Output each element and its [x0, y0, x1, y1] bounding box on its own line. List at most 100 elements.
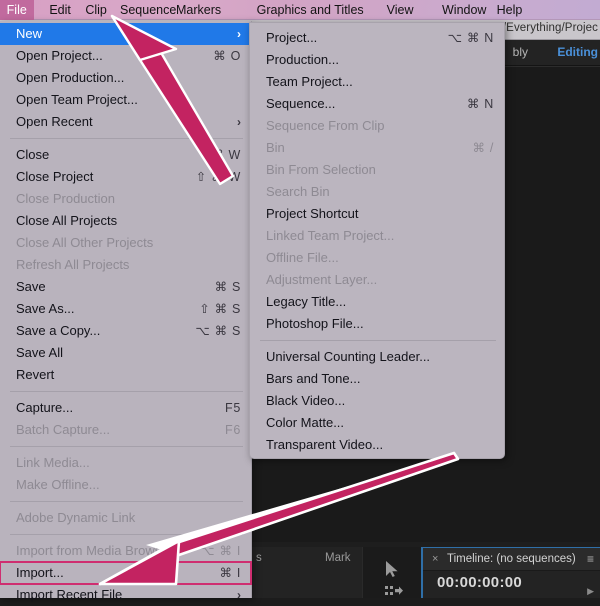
file-menu-item-batch-capture-shortcut: F6	[225, 423, 241, 437]
file-menu-item-open-project[interactable]: Open Project... ⌘ O	[0, 45, 251, 67]
new-submenu-item-universal-counting-leader-label: Universal Counting Leader...	[266, 349, 431, 364]
menubar-item-graphics-and-titles[interactable]: Graphics and Titles	[250, 0, 371, 20]
new-submenu-item-linked-team-project: Linked Team Project...	[250, 225, 504, 247]
new-submenu-item-transparent-video-label: Transparent Video...	[266, 437, 384, 452]
chevron-right-icon: ›	[237, 588, 241, 602]
hamburger-menu-icon[interactable]: ≡	[587, 552, 594, 566]
workspace-tab-editing[interactable]: Editing	[557, 45, 598, 59]
close-icon[interactable]: ×	[432, 552, 438, 566]
new-submenu-item-search-bin-label: Search Bin	[266, 184, 330, 199]
file-menu-item-close-project-label: Close Project	[16, 169, 94, 184]
file-menu-item-save[interactable]: Save ⌘ S	[0, 276, 251, 298]
file-menu-item-save-label: Save	[16, 279, 46, 294]
menu-separator	[10, 138, 243, 139]
file-menu-item-save-as-label: Save As...	[16, 301, 75, 316]
new-submenu-item-sequence[interactable]: Sequence... ⌘ N	[250, 93, 504, 115]
new-submenu-item-color-matte[interactable]: Color Matte...	[250, 412, 504, 434]
file-menu-item-open-recent[interactable]: Open Recent ›	[0, 111, 251, 133]
new-submenu-item-bin-label: Bin	[266, 140, 285, 155]
file-menu-item-capture-shortcut: F5	[225, 401, 241, 415]
file-menu-item-import-from-media-browser-shortcut: ⌥ ⌘ I	[200, 544, 241, 558]
new-submenu-item-sequence-from-clip: Sequence From Clip	[250, 115, 504, 137]
source-panel-partial-label: s	[256, 552, 262, 564]
file-menu-item-close-label: Close	[16, 147, 50, 162]
file-menu-item-save-all-label: Save All	[16, 345, 63, 360]
file-menu-item-import-from-media-browser: Import from Media Browser ⌥ ⌘ I	[0, 540, 251, 562]
menu-separator	[10, 446, 243, 447]
file-menu-item-open-team-project[interactable]: Open Team Project...	[0, 89, 251, 111]
timeline-tab-label[interactable]: Timeline: (no sequences)	[447, 552, 576, 566]
new-submenu-item-color-matte-label: Color Matte...	[266, 415, 345, 430]
new-submenu-item-bin-shortcut: ⌘ /	[472, 141, 494, 155]
file-menu-item-close-production: Close Production	[0, 188, 251, 210]
new-submenu-item-project-shortcut: ⌥ ⌘ N	[447, 31, 494, 45]
file-menu-item-revert[interactable]: Revert	[0, 364, 251, 386]
new-submenu-item-bin-from-selection-label: Bin From Selection	[266, 162, 376, 177]
file-menu-item-close-all-other-projects: Close All Other Projects	[0, 232, 251, 254]
new-submenu-item-offline-file: Offline File...	[250, 247, 504, 269]
menubar-item-edit[interactable]: Edit	[42, 0, 78, 20]
track-select-forward-tool-icon[interactable]	[385, 585, 403, 598]
menubar-item-file[interactable]: File	[0, 0, 34, 20]
new-submenu-item-project[interactable]: Project... ⌥ ⌘ N	[250, 27, 504, 49]
menubar-item-clip[interactable]: Clip	[78, 0, 114, 20]
file-menu-item-open-production-label: Open Production...	[16, 70, 125, 85]
file-menu-item-save-as[interactable]: Save As... ⇧ ⌘ S	[0, 298, 251, 320]
file-menu-item-refresh-all-projects: Refresh All Projects	[0, 254, 251, 276]
file-menu-item-save-all[interactable]: Save All	[0, 342, 251, 364]
file-menu-item-open-team-project-label: Open Team Project...	[16, 92, 138, 107]
file-menu-item-close-project[interactable]: Close Project ⇧ ⌘ W	[0, 166, 251, 188]
menubar-item-view[interactable]: View	[380, 0, 421, 20]
file-menu-item-import-from-media-browser-label: Import from Media Browser	[16, 543, 173, 558]
new-submenu-item-sequence-from-clip-label: Sequence From Clip	[266, 118, 385, 133]
file-menu-item-open-production[interactable]: Open Production...	[0, 67, 251, 89]
file-menu-dropdown: New › Open Project... ⌘ O Open Production...…	[0, 21, 252, 602]
file-menu-item-save-a-copy-label: Save a Copy...	[16, 323, 101, 338]
file-menu-item-import-recent-file-label: Import Recent File	[16, 587, 123, 602]
new-submenu-item-bin-from-selection: Bin From Selection	[250, 159, 504, 181]
file-menu-item-adobe-dynamic-link: Adobe Dynamic Link	[0, 507, 251, 529]
new-submenu-item-bin: Bin ⌘ /	[250, 137, 504, 159]
menu-separator	[10, 501, 243, 502]
menu-separator	[10, 391, 243, 392]
file-menu-item-close-shortcut: ⌘ W	[211, 148, 241, 162]
new-submenu-item-universal-counting-leader[interactable]: Universal Counting Leader...	[250, 346, 504, 368]
new-submenu-item-project-shortcut[interactable]: Project Shortcut	[250, 203, 504, 225]
workspace-tab-assembly[interactable]: bly	[513, 45, 528, 59]
new-submenu-item-transparent-video[interactable]: Transparent Video...	[250, 434, 504, 456]
new-submenu-item-project-label: Project...	[266, 30, 318, 45]
new-submenu-item-bars-and-tone[interactable]: Bars and Tone...	[250, 368, 504, 390]
file-menu-item-import-shortcut: ⌘ I	[219, 566, 241, 580]
file-menu-item-new[interactable]: New ›	[0, 23, 251, 45]
timeline-panel[interactable]: × Timeline: (no sequences) ≡ 00:00:00:00…	[421, 547, 600, 598]
file-menu-item-capture[interactable]: Capture... F5	[0, 397, 251, 419]
menubar-item-help[interactable]: Help	[490, 0, 530, 20]
menubar-item-markers[interactable]: Markers	[169, 0, 228, 20]
menu-bar: File Edit Clip Sequence Markers Graphics and …	[0, 0, 600, 20]
new-submenu-item-team-project[interactable]: Team Project...	[250, 71, 504, 93]
file-menu-item-new-label: New	[16, 26, 43, 41]
file-menu-item-save-a-copy[interactable]: Save a Copy... ⌥ ⌘ S	[0, 320, 251, 342]
file-menu-item-import[interactable]: Import... ⌘ I	[0, 561, 252, 585]
new-submenu-item-photoshop-file[interactable]: Photoshop File...	[250, 313, 504, 335]
menubar-item-window[interactable]: Window	[435, 0, 493, 20]
new-submenu-item-adjustment-layer-label: Adjustment Layer...	[266, 272, 378, 287]
file-menu-item-close-all-projects[interactable]: Close All Projects	[0, 210, 251, 232]
timeline-timecode[interactable]: 00:00:00:00	[437, 574, 522, 591]
new-submenu-item-bars-and-tone-label: Bars and Tone...	[266, 371, 361, 386]
file-menu-item-close-project-shortcut: ⇧ ⌘ W	[195, 170, 241, 184]
file-menu-item-batch-capture-label: Batch Capture...	[16, 422, 110, 437]
new-submenu-item-production[interactable]: Production...	[250, 49, 504, 71]
new-submenu-item-legacy-title[interactable]: Legacy Title...	[250, 291, 504, 313]
selection-tool-icon[interactable]	[385, 560, 399, 578]
file-menu-item-close[interactable]: Close ⌘ W	[0, 144, 251, 166]
mark-button[interactable]: Mark	[325, 552, 351, 564]
file-menu-item-link-media: Link Media...	[0, 452, 251, 474]
new-submenu-item-black-video[interactable]: Black Video...	[250, 390, 504, 412]
file-menu-item-save-as-shortcut: ⇧ ⌘ S	[199, 302, 241, 316]
new-submenu-item-photoshop-file-label: Photoshop File...	[266, 316, 364, 331]
new-submenu-item-legacy-title-label: Legacy Title...	[266, 294, 347, 309]
new-submenu-item-sequence-label: Sequence...	[266, 96, 336, 111]
project-path-title: /Everything/Projec	[502, 22, 598, 34]
file-menu-item-import-recent-file[interactable]: Import Recent File ›	[0, 584, 251, 606]
